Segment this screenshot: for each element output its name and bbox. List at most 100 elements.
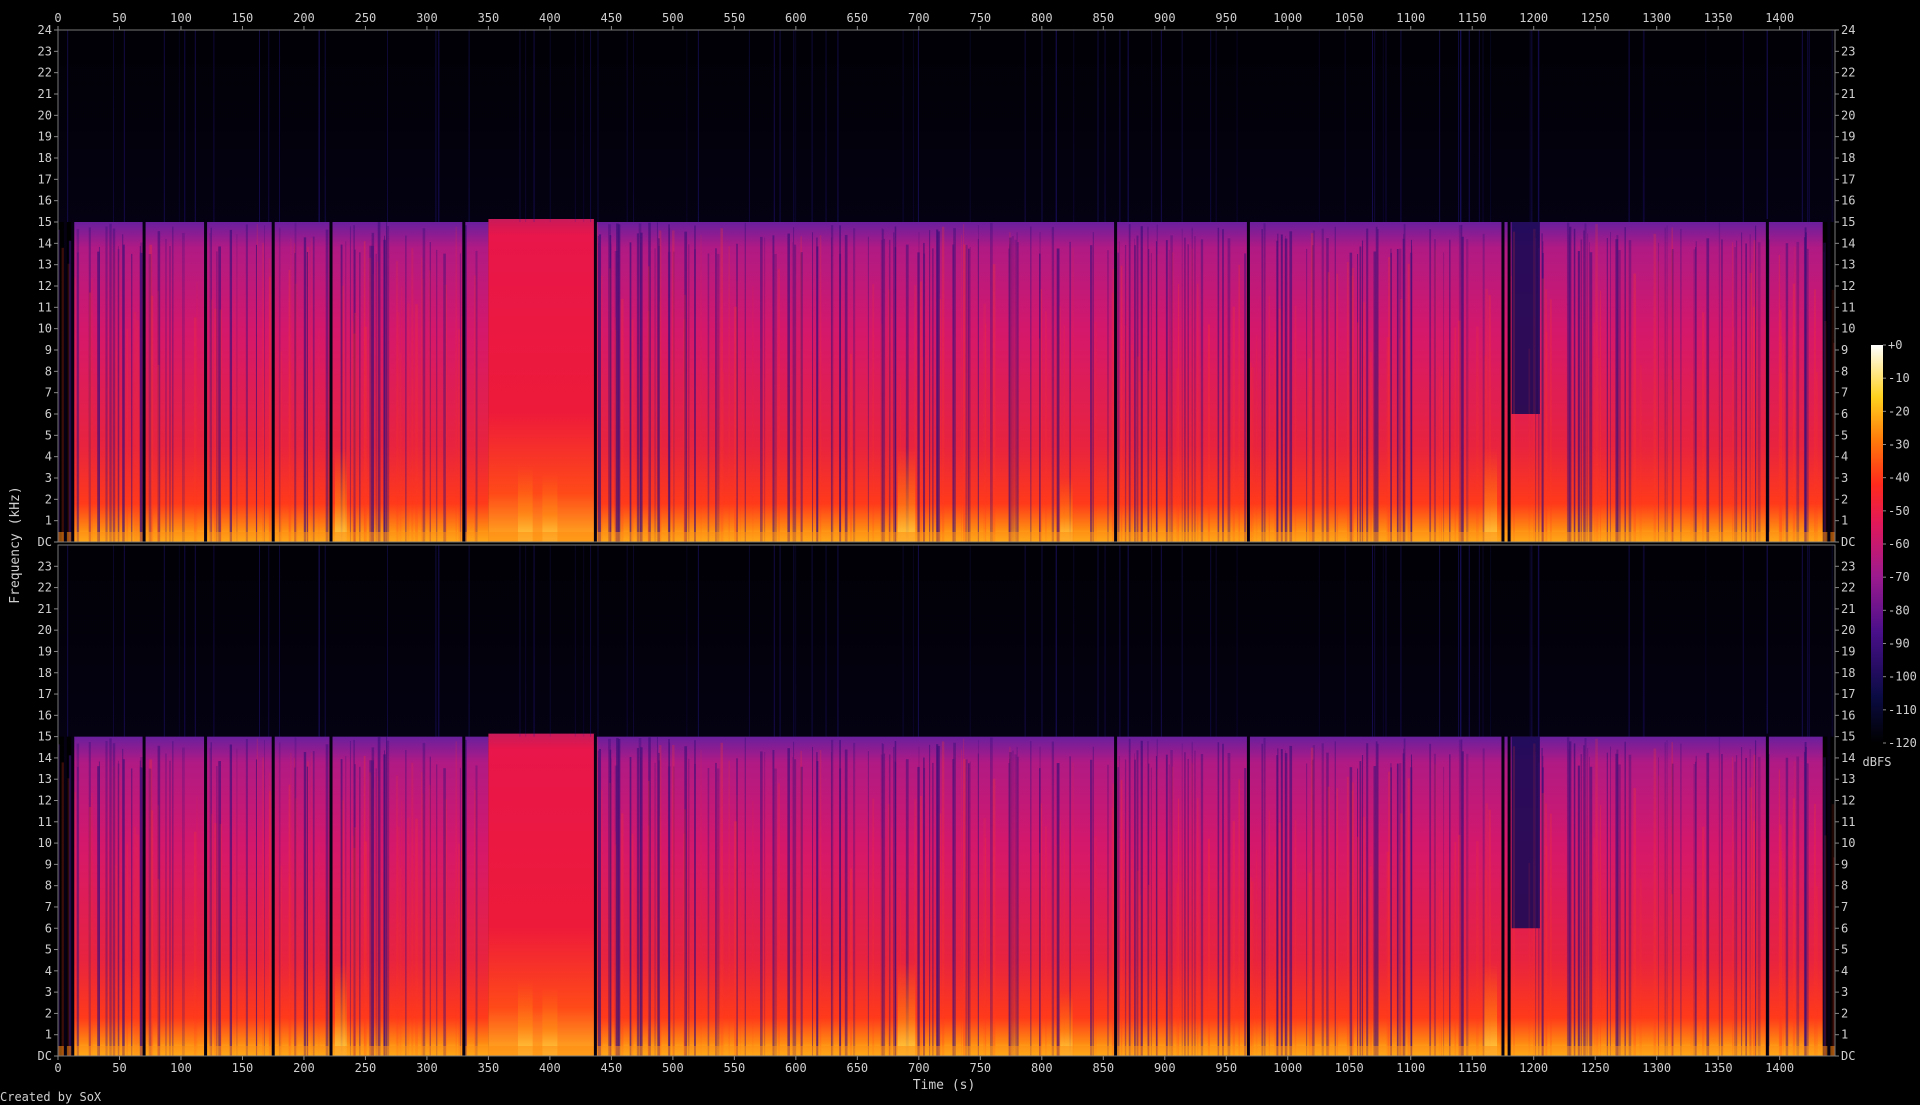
texture-streak xyxy=(629,756,632,1056)
upper-streak xyxy=(1400,30,1402,222)
texture-streak xyxy=(165,753,167,1056)
dropout-line xyxy=(71,733,75,1056)
texture-streak xyxy=(880,324,883,542)
upper-streak xyxy=(793,545,795,737)
texture-streak xyxy=(1244,253,1247,542)
texture-streak xyxy=(636,747,639,1056)
x-tick-label-bottom: 750 xyxy=(969,1061,991,1075)
y-tick-label-left: 13 xyxy=(38,772,52,786)
texture-streak xyxy=(349,740,351,1056)
texture-streak xyxy=(196,281,198,542)
upper-streak xyxy=(1055,30,1057,222)
texture-streak xyxy=(422,742,426,1056)
x-tick-label-top: 500 xyxy=(662,11,684,25)
texture-streak xyxy=(923,768,926,1056)
upper-streak xyxy=(1458,30,1460,222)
texture-streak xyxy=(614,831,616,1056)
texture-streak xyxy=(76,252,79,542)
x-tick-label-bottom: 350 xyxy=(478,1061,500,1075)
texture-streak xyxy=(918,746,920,1056)
texture-streak xyxy=(752,286,754,542)
texture-streak xyxy=(1752,821,1755,1056)
y-tick-label-left: 20 xyxy=(38,108,52,122)
texture-streak xyxy=(1610,231,1611,543)
texture-streak xyxy=(1191,248,1194,543)
texture-streak xyxy=(764,751,766,1056)
texture-streak xyxy=(715,248,717,542)
texture-streak xyxy=(740,347,741,542)
dropout-line xyxy=(63,733,67,1056)
upper-streak xyxy=(1478,545,1480,737)
texture-streak xyxy=(1438,366,1441,542)
texture-streak xyxy=(1120,265,1123,542)
texture-streak xyxy=(411,762,414,1056)
y-tick-label-left: 8 xyxy=(45,364,52,378)
upper-streak xyxy=(1073,30,1075,222)
texture-streak xyxy=(1396,249,1399,542)
texture-streak xyxy=(269,791,272,1056)
texture-streak xyxy=(359,766,361,1056)
upper-streak xyxy=(67,30,69,222)
texture-streak xyxy=(112,228,116,542)
texture-streak xyxy=(1277,233,1279,542)
texture-streak xyxy=(1117,252,1119,542)
texture-streak xyxy=(1706,238,1710,542)
texture-streak xyxy=(816,237,818,542)
texture-streak xyxy=(1624,227,1626,542)
y-tick-label-right: 7 xyxy=(1841,386,1848,400)
low-frequency-burst xyxy=(517,979,533,1056)
x-tick-label-top: 700 xyxy=(908,11,930,25)
texture-streak xyxy=(1227,752,1231,1056)
upper-streak xyxy=(279,545,281,737)
texture-streak xyxy=(1207,838,1210,1056)
texture-streak xyxy=(700,235,702,542)
x-tick-label-bottom: 550 xyxy=(724,1061,746,1075)
texture-streak xyxy=(325,229,329,542)
texture-streak xyxy=(1589,252,1593,542)
texture-streak xyxy=(1589,766,1593,1056)
y-tick-label-left: 17 xyxy=(38,687,52,701)
x-tick-label-bottom: 650 xyxy=(846,1061,868,1075)
dropout-line xyxy=(1246,219,1250,542)
texture-streak xyxy=(1308,358,1311,542)
texture-streak xyxy=(1433,753,1436,1056)
upper-streak xyxy=(1041,30,1043,222)
x-tick-label-bottom: 900 xyxy=(1154,1061,1176,1075)
colorbar-tick-label: -20 xyxy=(1888,404,1910,418)
upper-streak xyxy=(1460,545,1462,737)
upper-streak xyxy=(1382,30,1384,222)
upper-streak xyxy=(686,545,688,737)
texture-streak xyxy=(610,758,612,1056)
texture-streak xyxy=(364,326,368,542)
x-tick-label-top: 350 xyxy=(478,11,500,25)
texture-streak xyxy=(1014,239,1017,542)
y-tick-label-left: 7 xyxy=(45,386,52,400)
texture-streak xyxy=(636,233,639,542)
texture-streak xyxy=(1538,762,1540,1056)
texture-streak xyxy=(760,751,763,1056)
texture-streak xyxy=(1690,370,1693,542)
texture-streak xyxy=(816,752,818,1056)
texture-streak xyxy=(1310,233,1314,542)
texture-streak xyxy=(140,242,143,542)
colorbar-tick-label: -120 xyxy=(1888,736,1917,750)
y-tick-label-right: 24 xyxy=(1841,23,1855,37)
texture-streak xyxy=(386,226,390,542)
texture-streak xyxy=(117,763,120,1056)
texture-streak xyxy=(245,739,248,1056)
texture-streak xyxy=(872,798,875,1056)
texture-streak xyxy=(648,780,650,1056)
upper-streak xyxy=(318,30,320,222)
texture-streak xyxy=(58,229,60,542)
upper-streak xyxy=(1529,30,1531,222)
y-tick-label-right: 3 xyxy=(1841,471,1848,485)
upper-streak xyxy=(1024,30,1026,222)
texture-streak xyxy=(1695,241,1697,543)
texture-streak xyxy=(1429,743,1432,1056)
texture-streak xyxy=(791,242,793,542)
texture-streak xyxy=(777,268,780,542)
texture-streak xyxy=(936,744,939,1056)
upper-streak xyxy=(1151,30,1153,222)
texture-streak xyxy=(734,306,737,542)
texture-streak xyxy=(377,222,381,542)
